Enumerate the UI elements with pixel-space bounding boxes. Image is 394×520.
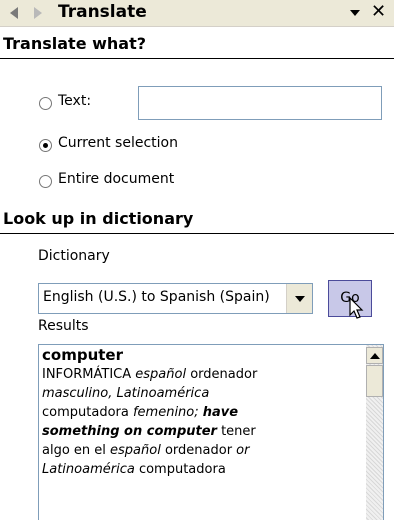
results-line: algo en el español ordenador or — [42, 443, 250, 458]
radio-current-selection[interactable] — [39, 139, 52, 152]
dictionary-label: Dictionary — [38, 248, 110, 264]
section-divider — [0, 233, 394, 234]
radio-text[interactable] — [39, 97, 52, 110]
dictionary-select[interactable]: English (U.S.) to Spanish (Spain) — [38, 283, 313, 314]
translate-what-heading: Translate what? — [3, 34, 147, 53]
dictionary-heading: Look up in dictionary — [3, 209, 194, 228]
scroll-up-icon[interactable] — [366, 347, 383, 364]
results-headword: computer — [42, 346, 123, 364]
scrollbar-thumb[interactable] — [366, 365, 383, 397]
close-icon[interactable]: ✕ — [371, 1, 386, 23]
radio-entire-document-label: Entire document — [58, 171, 175, 187]
results-box[interactable]: computer INFORMÁTICA español ordenador m… — [38, 344, 384, 520]
back-arrow-icon[interactable] — [10, 7, 18, 19]
results-content: computer INFORMÁTICA español ordenador m… — [42, 345, 354, 479]
chevron-down-icon[interactable] — [350, 10, 360, 16]
translate-text-input[interactable] — [138, 86, 382, 120]
results-line: something on computer tener — [42, 424, 256, 439]
task-pane-titlebar: Translate ✕ — [0, 0, 394, 27]
forward-arrow-icon[interactable] — [34, 7, 42, 19]
radio-text-label: Text: — [58, 93, 92, 109]
dictionary-select-value: English (U.S.) to Spanish (Spain) — [43, 289, 270, 305]
results-label: Results — [38, 318, 89, 334]
radio-entire-document[interactable] — [39, 175, 52, 188]
results-line: Latinoamérica computadora — [42, 462, 226, 477]
mouse-cursor-icon — [349, 297, 364, 319]
task-pane-title: Translate — [58, 2, 147, 22]
results-line: computadora femenino; have — [42, 405, 239, 420]
results-line: INFORMÁTICA español ordenador — [42, 367, 258, 382]
radio-current-selection-label: Current selection — [58, 135, 178, 151]
results-scrollbar[interactable] — [366, 345, 383, 520]
results-line: masculino, Latinoamérica — [42, 386, 210, 401]
section-divider — [0, 58, 394, 59]
dropdown-arrow-icon[interactable] — [286, 284, 312, 313]
